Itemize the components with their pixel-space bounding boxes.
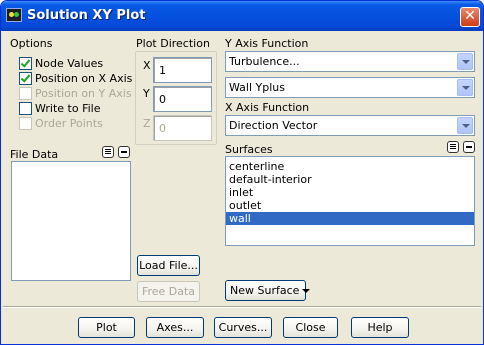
list-item[interactable]: centerline: [226, 160, 474, 173]
title-bar[interactable]: Solution XY Plot ✕: [1, 1, 483, 31]
list-item[interactable]: default-interior: [226, 173, 474, 186]
list-item-selected[interactable]: wall: [226, 212, 474, 225]
new-surface-button[interactable]: New Surface: [225, 280, 311, 301]
app-icon: [6, 8, 22, 22]
list-item[interactable]: outlet: [226, 199, 474, 212]
x-axis-function-value: Direction Vector: [229, 119, 318, 132]
x-axis-function-label: X Axis Function: [225, 101, 310, 114]
y-axis-quantity-select[interactable]: Wall Yplus: [225, 77, 475, 98]
curves-button[interactable]: Curves...: [214, 317, 272, 338]
chevron-down-icon[interactable]: [457, 53, 473, 70]
node-values-checkbox[interactable]: [19, 57, 32, 70]
direction-x-field[interactable]: 1: [153, 57, 212, 83]
write-to-file-checkbox[interactable]: [19, 102, 32, 115]
options-label: Options: [10, 37, 53, 50]
file-data-list[interactable]: [11, 161, 131, 281]
close-button[interactable]: Close: [283, 317, 338, 338]
node-values-label: Node Values: [35, 57, 104, 70]
help-button[interactable]: Help: [351, 317, 409, 338]
plot-direction-label: Plot Direction: [136, 37, 210, 50]
deselect-all-icon[interactable]: [118, 146, 130, 158]
new-surface-label: New Surface: [230, 284, 300, 297]
chevron-down-icon[interactable]: [457, 117, 473, 134]
x-axis-function-select[interactable]: Direction Vector: [225, 115, 475, 136]
direction-z-field[interactable]: 0: [153, 115, 212, 141]
order-points-label: Order Points: [35, 117, 103, 130]
position-on-x-axis-label: Position on X Axis: [35, 72, 133, 85]
order-points-checkbox[interactable]: [19, 117, 32, 130]
chevron-down-icon[interactable]: [457, 79, 473, 96]
file-data-label: File Data: [10, 148, 59, 161]
y-axis-function-label: Y Axis Function: [225, 37, 309, 50]
z-label: Z: [143, 117, 151, 130]
direction-y-field[interactable]: 0: [153, 86, 212, 112]
position-on-y-axis-label: Position on Y Axis: [35, 87, 132, 100]
caret-down-icon: [302, 289, 311, 293]
check-icon: [20, 57, 31, 68]
y-axis-category-value: Turbulence...: [229, 55, 300, 68]
x-label: X: [143, 59, 151, 72]
deselect-all-icon[interactable]: [463, 141, 475, 153]
close-icon: ✕: [464, 8, 476, 24]
free-data-button[interactable]: Free Data: [137, 281, 200, 302]
position-on-x-axis-checkbox[interactable]: [19, 72, 32, 85]
y-axis-quantity-value: Wall Yplus: [229, 81, 285, 94]
y-label: Y: [143, 87, 150, 100]
write-to-file-label: Write to File: [35, 102, 101, 115]
surfaces-label: Surfaces: [225, 143, 273, 156]
select-all-icon[interactable]: [447, 141, 459, 153]
list-item[interactable]: inlet: [226, 186, 474, 199]
solution-xy-plot-dialog: Solution XY Plot ✕ Options Node Values P…: [0, 0, 484, 345]
surfaces-list[interactable]: centerline default-interior inlet outlet…: [225, 156, 475, 246]
window-title: Solution XY Plot: [27, 8, 146, 23]
y-axis-category-select[interactable]: Turbulence...: [225, 51, 475, 72]
axes-button[interactable]: Axes...: [146, 317, 204, 338]
plot-button[interactable]: Plot: [78, 317, 135, 338]
check-icon: [20, 72, 31, 83]
position-on-y-axis-checkbox[interactable]: [19, 87, 32, 100]
load-file-button[interactable]: Load File...: [137, 255, 200, 276]
close-window-button[interactable]: ✕: [460, 7, 480, 27]
divider: [3, 307, 481, 308]
select-all-icon[interactable]: [102, 146, 114, 158]
